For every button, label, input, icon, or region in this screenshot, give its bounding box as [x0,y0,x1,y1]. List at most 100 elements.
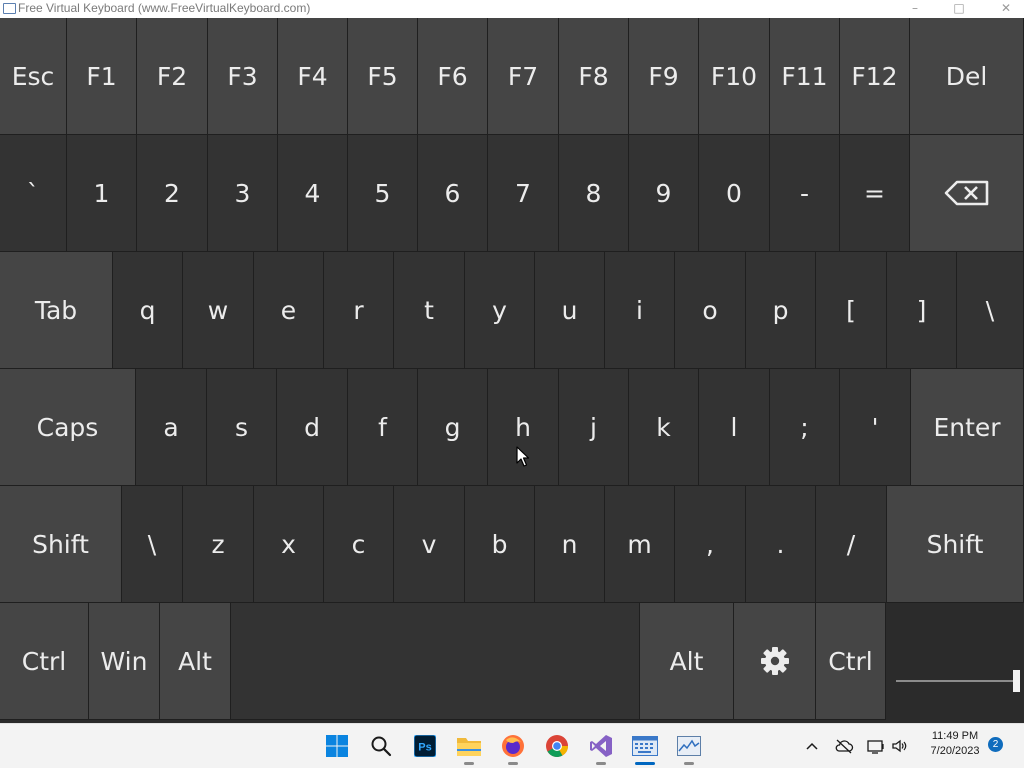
key-f11[interactable]: F11 [770,18,840,135]
key-esc[interactable]: Esc [0,18,67,135]
key-5[interactable]: 5 [348,135,418,252]
key-1[interactable]: 1 [67,135,137,252]
key-4[interactable]: 4 [278,135,348,252]
key-f6[interactable]: F6 [418,18,488,135]
key-rshift[interactable]: Shift [887,486,1024,603]
key-equals[interactable]: = [840,135,910,252]
key-f[interactable]: f [348,369,418,486]
key-e[interactable]: e [254,252,324,369]
visual-studio-icon[interactable] [587,732,615,765]
key-m[interactable]: m [605,486,675,603]
key-period[interactable]: . [746,486,816,603]
key-u[interactable]: u [535,252,605,369]
key-backslash[interactable]: \ [957,252,1024,369]
key-j[interactable]: j [559,369,629,486]
title-bar[interactable]: Free Virtual Keyboard (www.FreeVirtualKe… [0,0,1024,18]
key-tab[interactable]: Tab [0,252,113,369]
key-lalt[interactable]: Alt [160,603,231,720]
key-enter[interactable]: Enter [911,369,1024,486]
key-lshift[interactable]: Shift [0,486,122,603]
key-r[interactable]: r [324,252,394,369]
key-o[interactable]: o [675,252,746,369]
key-f7[interactable]: F7 [488,18,559,135]
performance-monitor-icon[interactable] [675,732,703,765]
key-k[interactable]: k [629,369,699,486]
key-label: c [351,529,366,559]
key-minus[interactable]: - [770,135,840,252]
volume-icon[interactable] [890,736,910,756]
key-p[interactable]: p [746,252,816,369]
photoshop-icon[interactable]: Ps [411,732,439,760]
key-label: F7 [507,61,539,91]
chrome-icon[interactable] [543,732,571,760]
key-caps[interactable]: Caps [0,369,136,486]
key-b[interactable]: b [465,486,535,603]
key-lbracket[interactable]: [ [816,252,887,369]
key-d[interactable]: d [277,369,348,486]
key-t[interactable]: t [394,252,465,369]
opacity-slider-track[interactable] [896,680,1016,682]
key-quote[interactable]: ' [840,369,911,486]
key-f5[interactable]: F5 [348,18,418,135]
key-f8[interactable]: F8 [559,18,629,135]
key-f2[interactable]: F2 [137,18,208,135]
key-i[interactable]: i [605,252,675,369]
key-g[interactable]: g [418,369,488,486]
maximize-button[interactable]: □ [944,0,974,18]
key-settings[interactable] [734,603,816,720]
key-backtick[interactable]: ` [0,135,67,252]
key-comma[interactable]: , [675,486,746,603]
keyboard-app-icon[interactable] [631,732,659,765]
opacity-slider-thumb[interactable] [1013,670,1020,692]
key-v[interactable]: v [394,486,465,603]
folder-icon[interactable] [455,732,483,765]
key-c[interactable]: c [324,486,394,603]
key-a[interactable]: a [136,369,207,486]
key-backslash2[interactable]: \ [122,486,183,603]
windows-start-icon[interactable] [323,732,351,760]
key-rbracket[interactable]: ] [887,252,957,369]
key-6[interactable]: 6 [418,135,488,252]
firefox-icon[interactable] [499,732,527,765]
key-f1[interactable]: F1 [67,18,137,135]
key-q[interactable]: q [113,252,183,369]
key-backspace[interactable] [910,135,1024,252]
key-win[interactable]: Win [89,603,160,720]
key-9[interactable]: 9 [629,135,699,252]
chevron-up-icon[interactable] [802,736,822,756]
key-z[interactable]: z [183,486,254,603]
key-l[interactable]: l [699,369,770,486]
key-f9[interactable]: F9 [629,18,699,135]
system-clock[interactable]: 11:49 PM 7/20/2023 [918,729,992,759]
key-0[interactable]: 0 [699,135,770,252]
key-8[interactable]: 8 [559,135,629,252]
key-y[interactable]: y [465,252,535,369]
key-n[interactable]: n [535,486,605,603]
key-f10[interactable]: F10 [699,18,770,135]
key-label: 9 [655,178,672,208]
key-7[interactable]: 7 [488,135,559,252]
key-f4[interactable]: F4 [278,18,348,135]
search-icon[interactable] [367,732,395,760]
key-space[interactable] [231,603,640,720]
key-f3[interactable]: F3 [208,18,278,135]
key-slash[interactable]: / [816,486,887,603]
key-x[interactable]: x [254,486,324,603]
key-2[interactable]: 2 [137,135,208,252]
minimize-button[interactable]: – [900,0,930,18]
key-semicolon[interactable]: ; [770,369,840,486]
cloud-offline-icon[interactable] [834,736,854,756]
key-3[interactable]: 3 [208,135,278,252]
key-w[interactable]: w [183,252,254,369]
key-ralt[interactable]: Alt [640,603,734,720]
key-s[interactable]: s [207,369,277,486]
key-f12[interactable]: F12 [840,18,910,135]
key-rctrl[interactable]: Ctrl [816,603,886,720]
notification-badge[interactable]: 2 [988,737,1003,752]
key-label: Ctrl [21,646,67,676]
key-lctrl[interactable]: Ctrl [0,603,89,720]
key-del[interactable]: Del [910,18,1024,135]
key-h[interactable]: h [488,369,559,486]
network-icon[interactable] [866,736,886,756]
close-button[interactable]: ✕ [991,0,1021,18]
